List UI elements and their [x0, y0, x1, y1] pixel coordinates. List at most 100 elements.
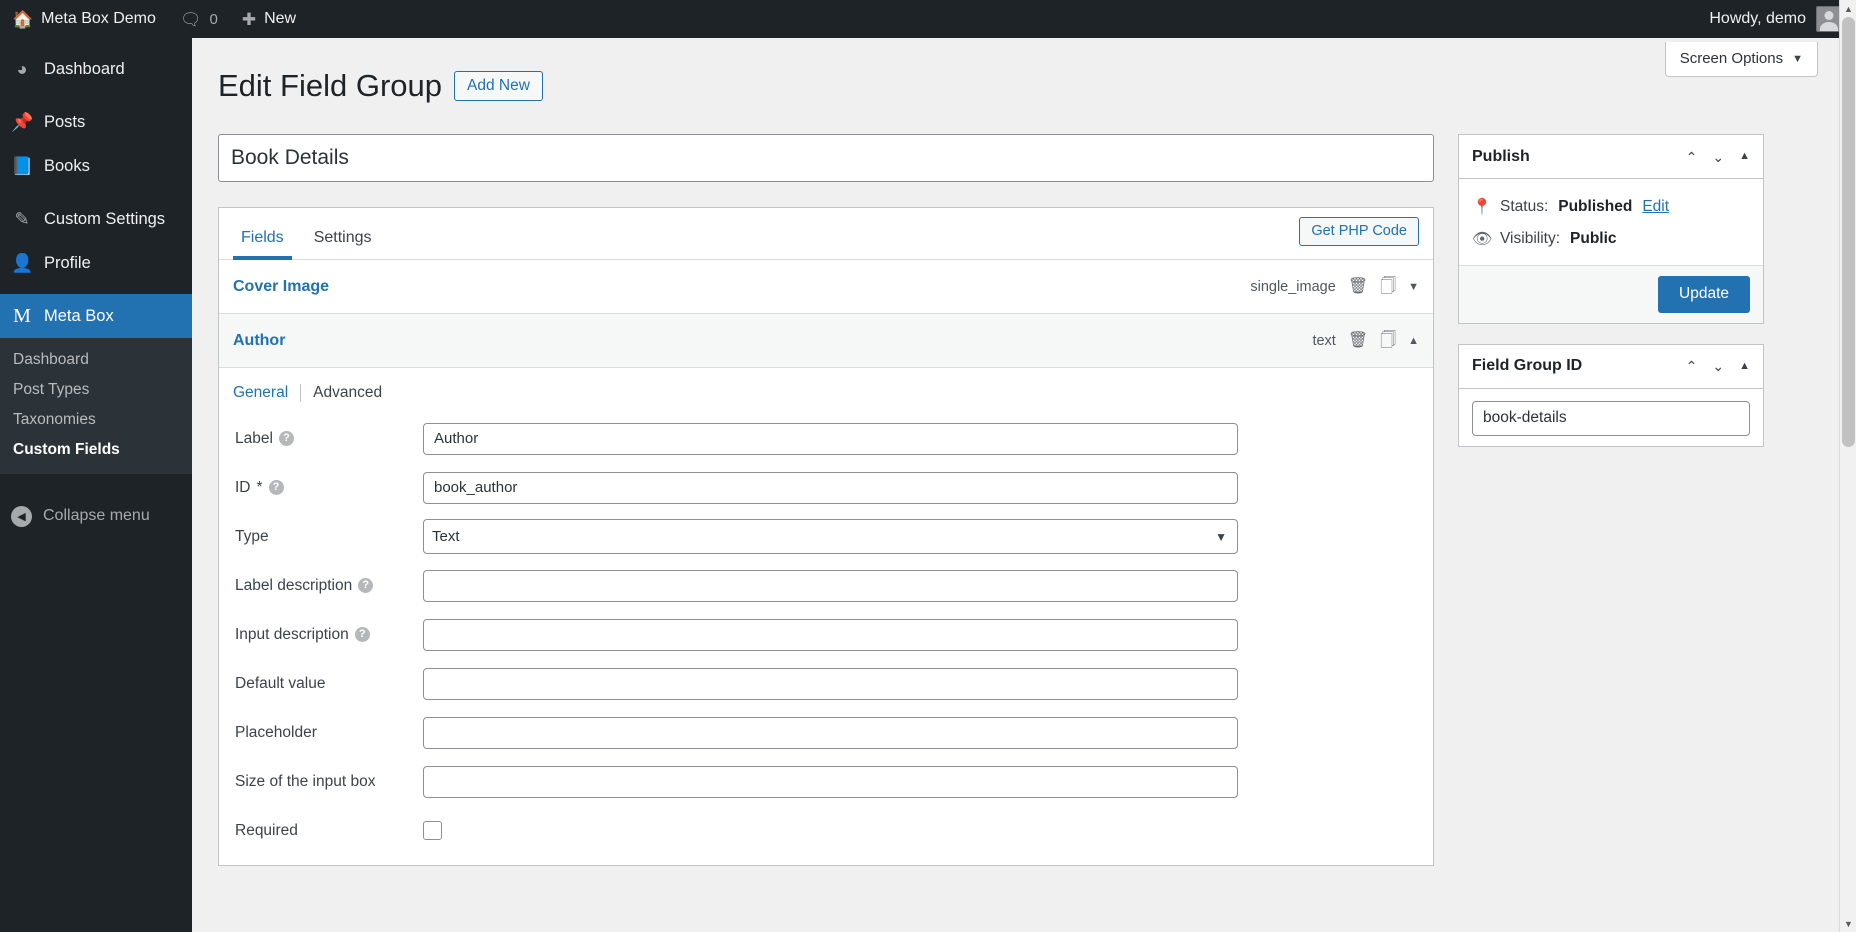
status-edit-link[interactable]: Edit: [1642, 198, 1669, 216]
field-title[interactable]: Author: [233, 332, 285, 350]
get-php-code-button[interactable]: Get PHP Code: [1299, 216, 1419, 246]
default-value-input[interactable]: [423, 667, 1238, 700]
tab-settings[interactable]: Settings: [306, 230, 380, 259]
scrollbar-thumb[interactable]: [1842, 17, 1855, 447]
field-title[interactable]: Cover Image: [233, 278, 329, 296]
chevron-down-icon[interactable]: ▼: [1408, 281, 1419, 293]
help-icon[interactable]: ?: [358, 578, 374, 593]
sidebar-item-posts[interactable]: 📌 Posts: [0, 100, 192, 144]
field-row-cover-image[interactable]: Cover Image single_image 🗑 🗍 ▼: [219, 260, 1433, 314]
submenu-item-taxonomies[interactable]: Taxonomies: [0, 405, 192, 435]
form-row-type: Type Text ▼: [219, 512, 1433, 561]
form-label-text: Input description: [235, 625, 349, 643]
status-label: Status:: [1500, 198, 1549, 215]
howdy-label[interactable]: Howdy, demo: [1709, 10, 1806, 28]
move-up-icon[interactable]: ⌃: [1686, 150, 1698, 164]
field-row-meta: text 🗑 🗍 ▲: [1312, 332, 1419, 349]
subtab-advanced[interactable]: Advanced: [301, 384, 394, 402]
status-row: 📍 Status: Published Edit: [1472, 191, 1750, 223]
fields-panel: Fields Settings Get PHP Code Cover Image…: [218, 207, 1434, 866]
form-row-required: Required: [219, 806, 1433, 855]
label-input[interactable]: [423, 422, 1238, 455]
form-row-label: Label ?: [219, 414, 1433, 463]
field-group-id-header: Field Group ID ⌃ ⌄ ▲: [1459, 345, 1763, 389]
placeholder-input[interactable]: [423, 716, 1238, 749]
form-row-label-description: Label description ?: [219, 561, 1433, 610]
submenu-item-dashboard[interactable]: Dashboard: [0, 345, 192, 375]
side-column: Publish ⌃ ⌄ ▲ 📍 Status: Published Edit 👁…: [1458, 134, 1764, 467]
type-select[interactable]: Text: [423, 519, 1238, 554]
site-name-label: Meta Box Demo: [41, 10, 156, 27]
sidebar-item-meta-box[interactable]: M Meta Box: [0, 294, 192, 338]
required-checkbox[interactable]: [423, 821, 442, 840]
collapse-menu-button[interactable]: ◀ Collapse menu: [0, 494, 192, 538]
form-label-text: Placeholder: [235, 723, 317, 741]
field-group-id-panel: Field Group ID ⌃ ⌄ ▲: [1458, 343, 1764, 447]
toggle-panel-icon[interactable]: ▲: [1739, 151, 1750, 162]
tab-fields[interactable]: Fields: [233, 230, 292, 260]
field-group-id-actions: ⌃ ⌄ ▲: [1686, 359, 1750, 373]
add-new-button[interactable]: Add New: [454, 70, 543, 102]
comments-count: 0: [209, 10, 218, 28]
visibility-value: Public: [1570, 230, 1617, 247]
comments-menu[interactable]: 🗨 0: [168, 0, 230, 38]
menu-spacer: [0, 285, 192, 294]
sidebar-item-books[interactable]: 📘 Books: [0, 144, 192, 188]
screen-options-button[interactable]: Screen Options ▼: [1664, 42, 1818, 77]
field-group-title-input[interactable]: [218, 134, 1434, 182]
sidebar-item-profile[interactable]: 👤 Profile: [0, 241, 192, 285]
content-area: Screen Options ▼ Edit Field Group Add Ne…: [192, 38, 1844, 932]
form-label-text: Default value: [235, 674, 326, 692]
field-row-author[interactable]: Author text 🗑 🗍 ▲: [219, 314, 1433, 368]
visibility-label: Visibility:: [1500, 230, 1561, 247]
caret-down-icon[interactable]: ▼: [1840, 915, 1856, 932]
site-name-menu[interactable]: 🏠 Meta Box Demo: [0, 0, 168, 38]
help-icon[interactable]: ?: [278, 431, 294, 446]
comment-bubble-icon: 🗨: [179, 9, 202, 29]
sidebar-item-dashboard[interactable]: ◕ Dashboard: [0, 47, 192, 91]
plus-icon: ✚: [241, 9, 257, 29]
menu-spacer: [0, 91, 192, 100]
submenu-item-post-types[interactable]: Post Types: [0, 375, 192, 405]
form-label-text: Required: [235, 821, 298, 839]
caret-up-icon[interactable]: ▲: [1840, 0, 1856, 17]
sidebar-item-label: Profile: [44, 253, 91, 272]
sidebar-item-label: Meta Box: [44, 306, 114, 325]
main-column: Fields Settings Get PHP Code Cover Image…: [218, 134, 1434, 866]
panel-tabbar: Fields Settings Get PHP Code: [219, 208, 1433, 260]
admin-menu-sidebar: ◕ Dashboard 📌 Posts 📘 Books ✎ Custom Set…: [0, 38, 192, 932]
form-label-text: Type: [235, 527, 269, 545]
move-down-icon[interactable]: ⌄: [1712, 359, 1724, 373]
dashboard-gauge-icon: ◕: [16, 59, 28, 79]
copy-icon[interactable]: 🗍: [1380, 278, 1396, 295]
page-scrollbar[interactable]: ▲ ▼: [1839, 0, 1856, 932]
update-button[interactable]: Update: [1658, 276, 1750, 313]
form-control: [423, 471, 1238, 504]
field-type-label: text: [1312, 332, 1336, 349]
size-input[interactable]: [423, 765, 1238, 798]
trash-icon[interactable]: 🗑: [1348, 332, 1368, 349]
help-icon[interactable]: ?: [268, 480, 284, 495]
copy-icon[interactable]: 🗍: [1380, 332, 1396, 349]
chevron-up-icon[interactable]: ▲: [1408, 335, 1419, 347]
toggle-panel-icon[interactable]: ▲: [1739, 360, 1750, 372]
label-description-input[interactable]: [423, 569, 1238, 602]
form-control: [423, 618, 1238, 651]
move-down-icon[interactable]: ⌄: [1712, 150, 1724, 164]
submenu-item-custom-fields[interactable]: Custom Fields: [0, 435, 192, 465]
subtab-general[interactable]: General: [233, 384, 300, 402]
move-up-icon[interactable]: ⌃: [1686, 359, 1698, 373]
new-content-menu[interactable]: ✚ New: [230, 0, 308, 38]
form-control: Text ▼: [423, 519, 1238, 554]
id-input[interactable]: [423, 471, 1238, 504]
publish-panel-footer: Update: [1459, 265, 1763, 323]
admin-bar-right: Howdy, demo: [1709, 6, 1856, 32]
trash-icon[interactable]: 🗑: [1348, 278, 1368, 295]
input-description-input[interactable]: [423, 618, 1238, 651]
form-label: Placeholder: [233, 724, 423, 742]
eye-icon: 👁: [1472, 231, 1493, 248]
help-icon[interactable]: ?: [354, 627, 370, 642]
publish-panel-actions: ⌃ ⌄ ▲: [1686, 150, 1750, 164]
sidebar-item-custom-settings[interactable]: ✎ Custom Settings: [0, 197, 192, 241]
field-group-id-input[interactable]: [1472, 400, 1750, 436]
